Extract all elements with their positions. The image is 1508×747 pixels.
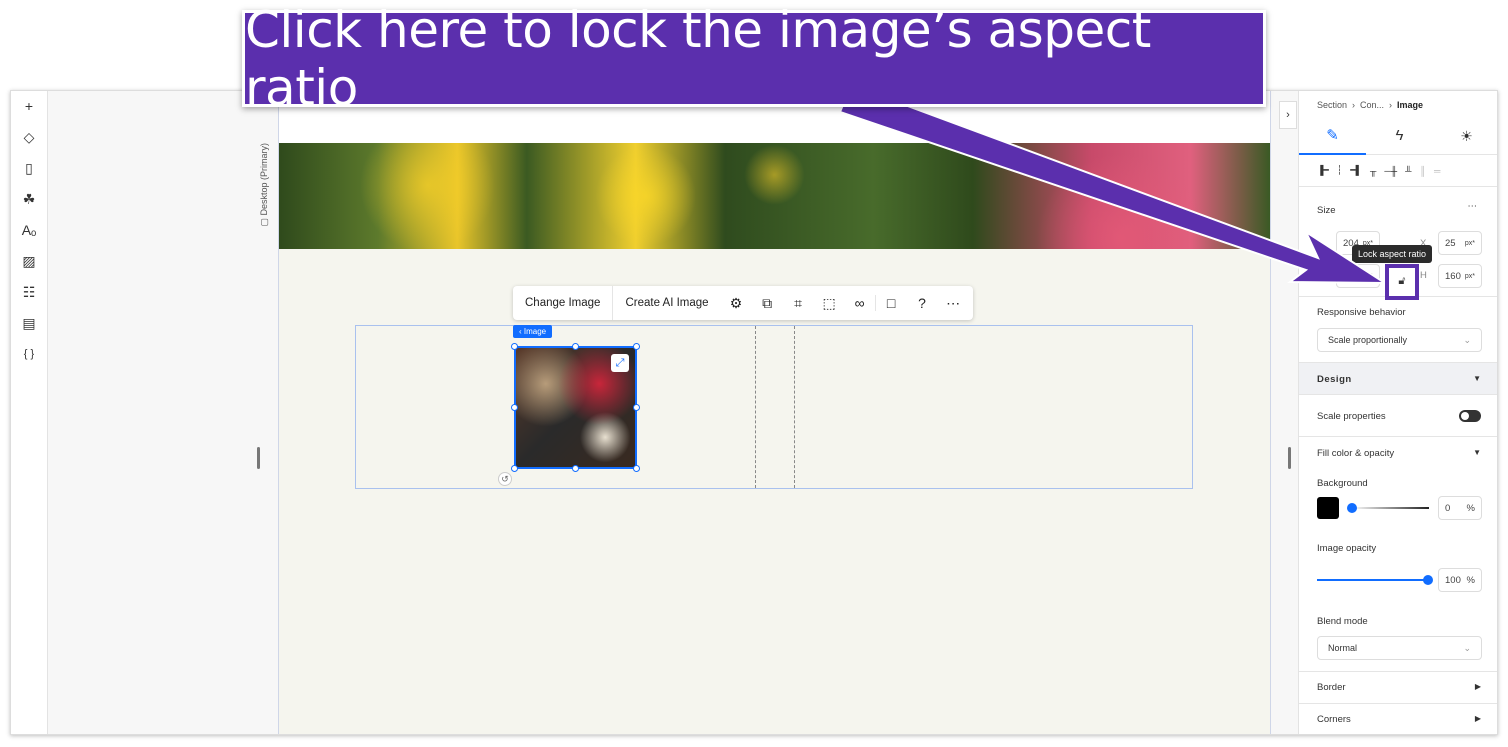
- lock-icon: 🔓︎: [1398, 275, 1406, 287]
- lock-aspect-ratio-button[interactable]: 🔓︎: [1385, 264, 1419, 300]
- callout-banner: Click here to lock the image’s aspect ra…: [242, 1, 1266, 117]
